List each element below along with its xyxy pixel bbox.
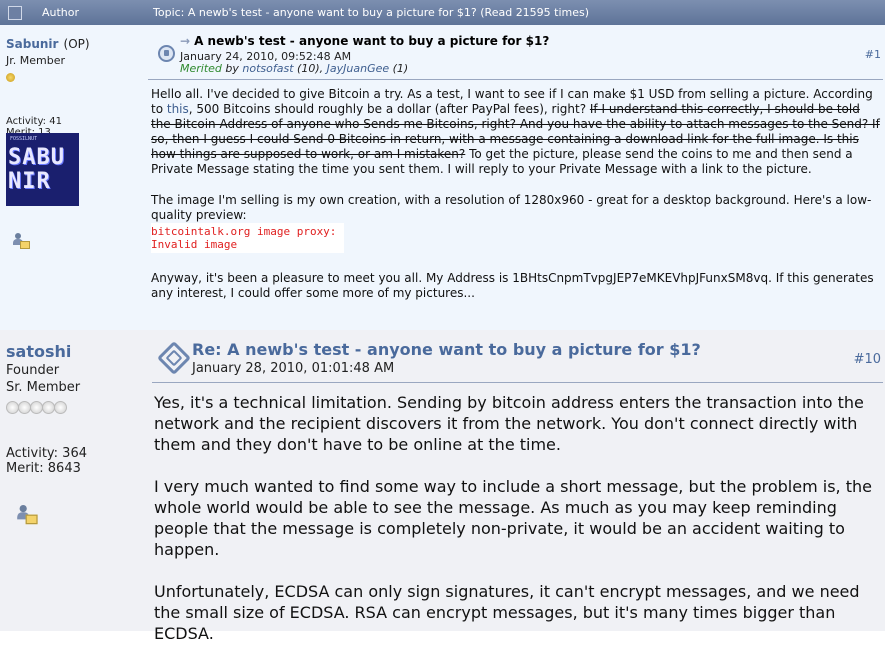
post-date: January 28, 2010, 01:01:48 AM [192, 361, 395, 376]
author-column-label: Author [42, 6, 80, 19]
merited-by: Merited by notsofast (10), JayJuanGee (1… [180, 62, 409, 75]
avatar: FOSSILNUT SABU NIR [6, 133, 79, 206]
post-1: Sabunir (OP) Jr. Member Activity: 41 Mer… [0, 25, 885, 330]
this-link[interactable]: this [167, 102, 189, 116]
merit-user-link[interactable]: JayJuanGee [327, 62, 389, 75]
post-body: Yes, it's a technical limitation. Sendin… [154, 392, 883, 665]
member-rank-2: Sr. Member [6, 380, 81, 395]
header-checkbox[interactable] [8, 6, 22, 20]
post-header: → A newb's test - anyone want to buy a pi… [148, 31, 883, 80]
merit-count: Merit: 8643 [6, 461, 81, 476]
paragraph: Unfortunately, ECDSA can only sign signa… [154, 582, 860, 643]
paragraph: The image I'm selling is my own creation… [151, 193, 872, 253]
paragraph: Hello all. I've decided to give Bitcoin … [151, 87, 880, 176]
op-tag: (OP) [63, 37, 90, 51]
post-number-link[interactable]: #10 [854, 352, 881, 367]
poster-name[interactable]: Sabunir [6, 37, 58, 51]
poster-info: satoshi Founder Sr. Member Activity: 364… [6, 342, 146, 476]
post-10: satoshi Founder Sr. Member Activity: 364… [0, 330, 885, 643]
post-title[interactable]: → A newb's test - anyone want to buy a pi… [180, 34, 549, 48]
arrow-icon: → [180, 34, 191, 48]
post-icon [158, 45, 175, 62]
post-title[interactable]: Re: A newb's test - anyone want to buy a… [192, 340, 701, 359]
poster-name[interactable]: satoshi [6, 342, 146, 361]
topic-title-label: Topic: A newb's test - anyone want to bu… [153, 6, 590, 19]
reply-icon [157, 341, 191, 375]
member-rank: Jr. Member [6, 54, 65, 67]
post-body: Hello all. I've decided to give Bitcoin … [151, 87, 883, 317]
activity-count: Activity: 364 [6, 446, 87, 461]
member-rank: Founder [6, 363, 60, 378]
topic-header-bar: Author Topic: A newb's test - anyone wan… [0, 0, 885, 25]
merit-user-link[interactable]: notsofast [242, 62, 293, 75]
post-number-link[interactable]: #1 [865, 48, 881, 61]
image-proxy-error: bitcointalk.org image proxy: Invalid ima… [151, 223, 345, 253]
paragraph: Anyway, it's been a pleasure to meet you… [151, 271, 874, 300]
paragraph: I very much wanted to find some way to i… [154, 477, 872, 559]
activity-count: Activity: 41 [6, 116, 62, 127]
paragraph: Yes, it's a technical limitation. Sendin… [154, 393, 864, 454]
rank-coin-icon [6, 67, 138, 86]
post-header: Re: A newb's test - anyone want to buy a… [152, 338, 883, 383]
poster-info: Sabunir (OP) Jr. Member Activity: 41 Mer… [6, 33, 138, 138]
rank-pips [6, 399, 146, 418]
